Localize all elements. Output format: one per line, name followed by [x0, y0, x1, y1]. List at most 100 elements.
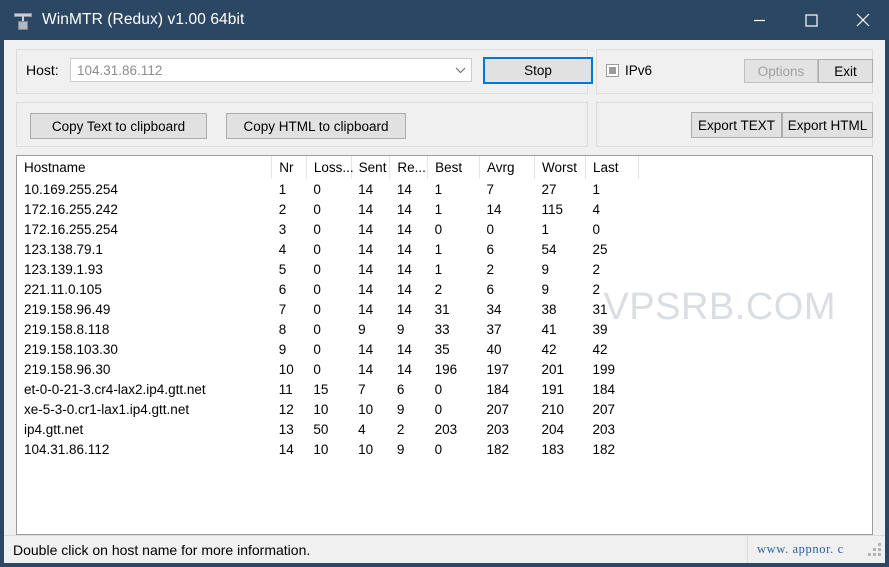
cell-nr: 7 [278, 301, 287, 317]
table-row[interactable]: 123.139.1.93 5 0 14 14 1 2 9 2 [17, 259, 639, 279]
window-title: WinMTR (Redux) v1.00 64bit [42, 11, 245, 28]
cell-best: 2 [434, 281, 443, 297]
cell-hostname: 221.11.0.105 [24, 281, 102, 297]
cell-hostname: xe-5-3-0.cr1-lax1.ip4.gtt.net [24, 401, 190, 417]
table-row[interactable]: xe-5-3-0.cr1-lax1.ip4.gtt.net 12 10 10 9 0 207… [17, 399, 639, 419]
table-row[interactable]: 219.158.103.30 9 0 14 14 35 40 42 42 [17, 339, 639, 359]
table-row[interactable]: 104.31.86.112 14 10 10 9 0 182 183 182 [17, 439, 639, 459]
cell-worst: 210 [541, 401, 565, 417]
cell-loss: 0 [313, 181, 321, 197]
export-group: Export TEXT Export HTML [596, 102, 873, 147]
copy-text-to-clipboard-button[interactable]: Copy Text to clipboard [30, 113, 207, 139]
ipv6-checkbox[interactable]: IPv6 [606, 63, 652, 78]
column-header-hostname[interactable]: Hostname [17, 156, 273, 179]
column-header-worst[interactable]: Worst [534, 156, 586, 179]
cell-loss: 0 [313, 321, 321, 337]
appnor-link[interactable]: www. appnor. c [748, 542, 844, 557]
table-row[interactable]: 219.158.8.118 8 0 9 9 33 37 41 39 [17, 319, 639, 339]
options-button[interactable]: Options [744, 59, 818, 83]
cell-worst: 9 [541, 261, 550, 277]
ipv6-label: IPv6 [625, 63, 653, 78]
export-text-button[interactable]: Export TEXT [691, 112, 782, 138]
column-header-last[interactable]: Last [585, 156, 640, 179]
minimize-icon[interactable] [733, 0, 785, 40]
host-input[interactable]: 104.31.86.112 [70, 58, 472, 82]
cell-last: 199 [592, 361, 615, 377]
column-header-nr[interactable]: Nr [271, 156, 307, 179]
cell-last: 25 [592, 241, 608, 257]
table-row[interactable]: 123.138.79.1 4 0 14 14 1 6 54 25 [17, 239, 639, 259]
cell-avrg: 34 [486, 301, 502, 317]
status-bar: Double click on host name for more infor… [4, 535, 885, 563]
table-row[interactable]: 172.16.255.254 3 0 14 14 0 0 1 0 [17, 219, 639, 239]
exit-button[interactable]: Exit [818, 59, 873, 83]
cell-loss: 0 [313, 341, 321, 357]
resize-grip-icon[interactable] [867, 542, 883, 558]
cell-loss: 0 [313, 221, 321, 237]
maximize-icon[interactable] [785, 0, 837, 40]
cell-loss: 0 [313, 201, 321, 217]
table-row[interactable]: et-0-0-21-3.cr4-lax2.ip4.gtt.net 11 15 7 6 0 1… [17, 379, 639, 399]
cell-best: 33 [434, 321, 450, 337]
cell-worst: 1 [541, 221, 550, 237]
cell-recv: 2 [396, 421, 405, 437]
close-icon[interactable] [837, 0, 885, 40]
cell-nr: 13 [278, 421, 294, 437]
cell-best: 1 [434, 261, 443, 277]
cell-recv: 14 [396, 301, 412, 317]
column-header-loss[interactable]: Loss... [306, 156, 354, 179]
cell-hostname: 10.169.255.254 [24, 181, 118, 197]
cell-loss: 10 [313, 401, 329, 417]
export-html-button[interactable]: Export HTML [782, 112, 873, 138]
cell-avrg: 184 [486, 381, 510, 397]
cell-hostname: 104.31.86.112 [24, 441, 110, 457]
cell-nr: 3 [278, 221, 287, 237]
cell-hostname: 172.16.255.254 [24, 221, 118, 237]
cell-hostname: 123.139.1.93 [24, 261, 103, 277]
table-row[interactable]: 219.158.96.30 10 0 14 14 196 197 201 199 [17, 359, 639, 379]
status-message: Double click on host name for more infor… [13, 541, 311, 558]
table-row[interactable]: 172.16.255.242 2 0 14 14 1 14 115 4 [17, 199, 639, 219]
table-row[interactable]: ip4.gtt.net 13 50 4 2 203 203 204 203 [17, 419, 639, 439]
status-link-cell[interactable]: www. appnor. c [747, 536, 865, 563]
table-row[interactable]: 221.11.0.105 6 0 14 14 2 6 9 2 [17, 279, 639, 299]
column-header-sent[interactable]: Sent [351, 156, 391, 179]
copy-html-to-clipboard-button[interactable]: Copy HTML to clipboard [226, 113, 406, 139]
cell-nr: 9 [278, 341, 287, 357]
column-header-recv[interactable]: Re... [389, 156, 429, 179]
cell-avrg: 6 [486, 241, 495, 257]
column-header-best[interactable]: Best [427, 156, 481, 179]
column-header-avrg[interactable]: Avrg [479, 156, 536, 179]
cell-last: 2 [592, 281, 600, 297]
cell-recv: 14 [396, 281, 412, 297]
copy-group: Copy Text to clipboard Copy HTML to clip… [16, 102, 588, 147]
cell-avrg: 0 [486, 221, 495, 237]
cell-worst: 38 [541, 301, 557, 317]
cell-sent: 14 [358, 221, 374, 237]
hops-list[interactable]: VPSRB.COM Hostname Nr Loss... Sent Re...… [16, 155, 873, 535]
cell-sent: 10 [358, 441, 374, 457]
cell-last: 39 [592, 321, 608, 337]
cell-loss: 0 [313, 241, 321, 257]
cell-loss: 0 [313, 261, 321, 277]
cell-recv: 14 [396, 261, 412, 277]
cell-worst: 204 [541, 421, 565, 437]
table-row[interactable]: 10.169.255.254 1 0 14 14 1 7 27 1 [17, 179, 639, 199]
cell-last: 184 [592, 381, 615, 397]
window-controls [733, 0, 885, 40]
table-header-row: Hostname Nr Loss... Sent Re... Best Avrg… [17, 156, 640, 179]
cell-recv: 14 [396, 181, 412, 197]
cell-hostname: 219.158.8.118 [24, 321, 110, 337]
cell-worst: 183 [541, 441, 565, 457]
table-body: 10.169.255.254 1 0 14 14 1 7 27 1 172.16.255.242 2… [17, 179, 639, 459]
table-row[interactable]: 219.158.96.49 7 0 14 14 31 34 38 31 [17, 299, 639, 319]
cell-worst: 27 [541, 181, 557, 197]
chevron-down-icon[interactable] [449, 59, 471, 81]
stop-button[interactable]: Stop [483, 57, 593, 84]
cell-last: 31 [592, 301, 608, 317]
cell-best: 35 [434, 341, 450, 357]
cell-avrg: 203 [486, 421, 510, 437]
cell-sent: 4 [358, 421, 366, 437]
cell-nr: 8 [278, 321, 287, 337]
cell-loss: 10 [313, 441, 329, 457]
